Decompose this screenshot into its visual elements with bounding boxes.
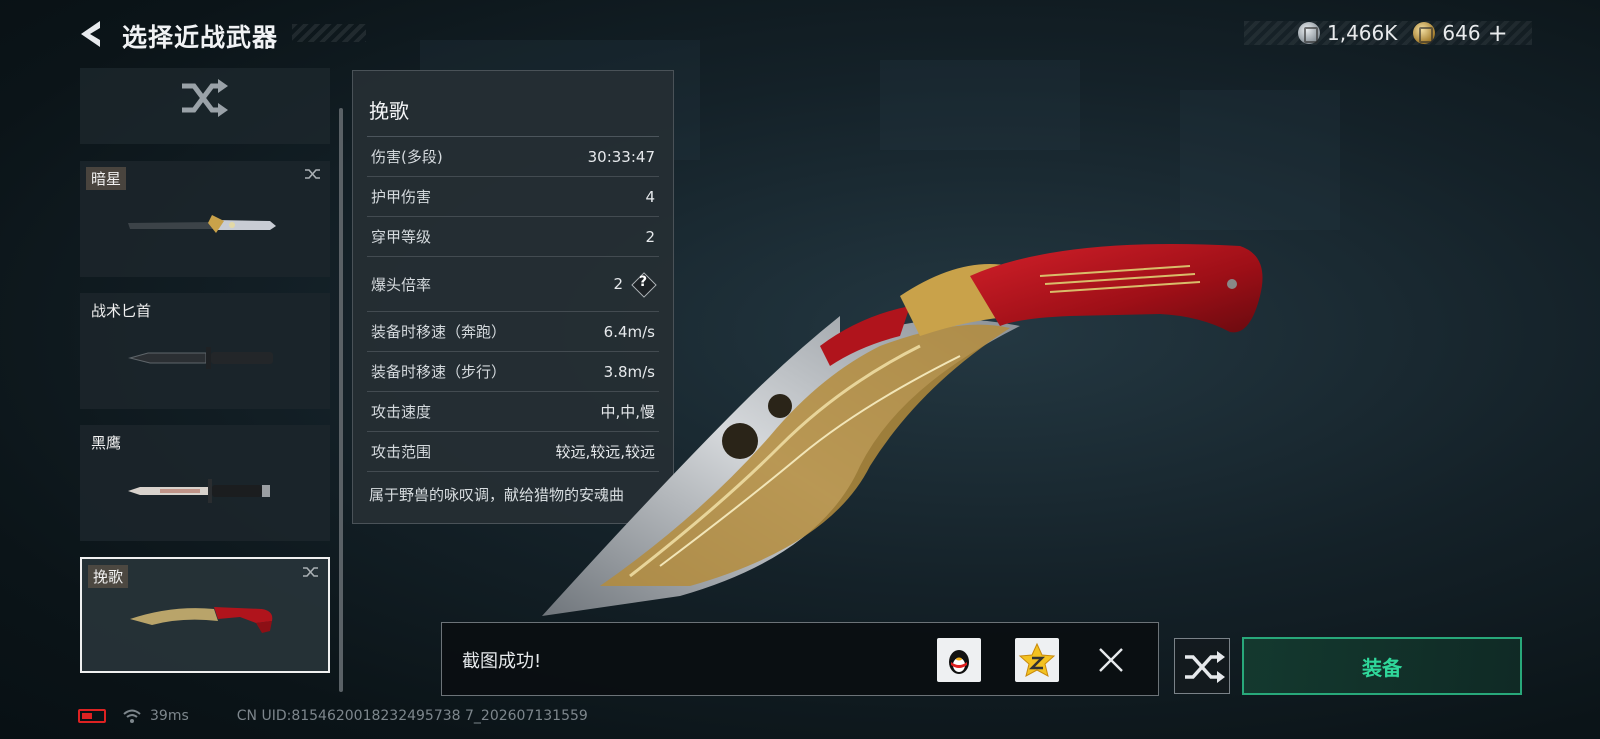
weapon-name: 挽歌 bbox=[367, 71, 659, 137]
stat-label: 伤害(多段) bbox=[371, 148, 443, 166]
weapon-card-label: 战术匕首 bbox=[91, 302, 152, 320]
stat-value: 30:33:47 bbox=[587, 147, 655, 166]
stat-label: 爆头倍率 bbox=[371, 275, 432, 294]
page-title: 选择近战武器 bbox=[122, 23, 279, 52]
currency-bar: 1,466K 646 + bbox=[1244, 19, 1532, 47]
weapon-card-anxing[interactable]: 暗星 bbox=[80, 161, 330, 277]
weapon-card-tactical-dagger[interactable]: 战术匕首 bbox=[80, 293, 330, 409]
wifi-icon bbox=[123, 709, 141, 723]
share-qzone-button[interactable] bbox=[1015, 638, 1059, 682]
stat-label: 装备时移速（步行） bbox=[371, 363, 507, 381]
weapon-card-wange[interactable]: 挽歌 bbox=[80, 557, 330, 673]
weapon-card-label: 暗星 bbox=[86, 167, 127, 190]
dark-star-knife-image bbox=[128, 215, 276, 233]
shuffle-icon bbox=[1185, 651, 1225, 683]
weapon-card-black-hawk[interactable]: 黑鹰 bbox=[80, 425, 330, 541]
battery-icon bbox=[78, 709, 106, 723]
shuffle-icon bbox=[182, 79, 228, 117]
gold-coin-icon bbox=[1413, 22, 1436, 44]
weapon-list: 暗星 战术匕首 黑鹰 挽歌 bbox=[80, 68, 330, 682]
title-decoration bbox=[292, 24, 366, 42]
status-bar: 39ms CN UID:8154620018232495738 7_202607… bbox=[78, 708, 588, 724]
stat-row-damage: 伤害(多段) 30:33:47 bbox=[367, 137, 659, 177]
elegy-knife-image bbox=[130, 607, 273, 633]
close-icon[interactable] bbox=[1092, 641, 1130, 679]
qq-penguin-icon bbox=[949, 650, 969, 674]
silver-amount: 1,466K bbox=[1327, 21, 1398, 45]
black-hawk-knife-image bbox=[128, 479, 270, 503]
toast-message: 截图成功! bbox=[462, 651, 542, 672]
shuffle-icon bbox=[303, 567, 318, 577]
add-currency-button[interactable]: + bbox=[1488, 19, 1508, 47]
gold-currency[interactable]: 646 + bbox=[1413, 19, 1508, 47]
weapon-card-label: 挽歌 bbox=[88, 565, 129, 588]
user-uid: CN UID:8154620018232495738 7_20260713155… bbox=[236, 708, 588, 724]
back-button[interactable] bbox=[76, 18, 106, 50]
stat-label: 攻击速度 bbox=[371, 403, 432, 421]
silver-coin-icon bbox=[1298, 22, 1320, 44]
qzone-star-icon bbox=[1018, 642, 1056, 677]
stat-label: 攻击范围 bbox=[371, 443, 432, 461]
share-qq-button[interactable] bbox=[937, 638, 981, 682]
silver-currency: 1,466K bbox=[1298, 21, 1397, 45]
stat-label: 护甲伤害 bbox=[371, 188, 432, 206]
shuffle-icon bbox=[305, 169, 320, 179]
stat-value: 4 bbox=[645, 187, 655, 206]
equip-button[interactable]: 装备 bbox=[1242, 637, 1522, 695]
gold-amount: 646 bbox=[1442, 21, 1481, 45]
random-weapon-card[interactable] bbox=[80, 68, 330, 144]
stat-label: 装备时移速（奔跑） bbox=[371, 323, 507, 341]
weapon-card-label: 黑鹰 bbox=[91, 434, 122, 452]
chevron-left-icon bbox=[81, 21, 100, 47]
tactical-dagger-image bbox=[128, 347, 273, 369]
weapon-list-scrollbar[interactable] bbox=[339, 108, 343, 692]
ping-value: 39ms bbox=[150, 708, 189, 724]
stat-label: 穿甲等级 bbox=[371, 228, 432, 246]
elegy-knife-showcase-image bbox=[542, 244, 1263, 616]
stat-row-armor-damage: 护甲伤害 4 bbox=[367, 177, 659, 217]
random-equip-button[interactable] bbox=[1174, 638, 1230, 694]
screenshot-toast: 截图成功! bbox=[441, 622, 1159, 696]
